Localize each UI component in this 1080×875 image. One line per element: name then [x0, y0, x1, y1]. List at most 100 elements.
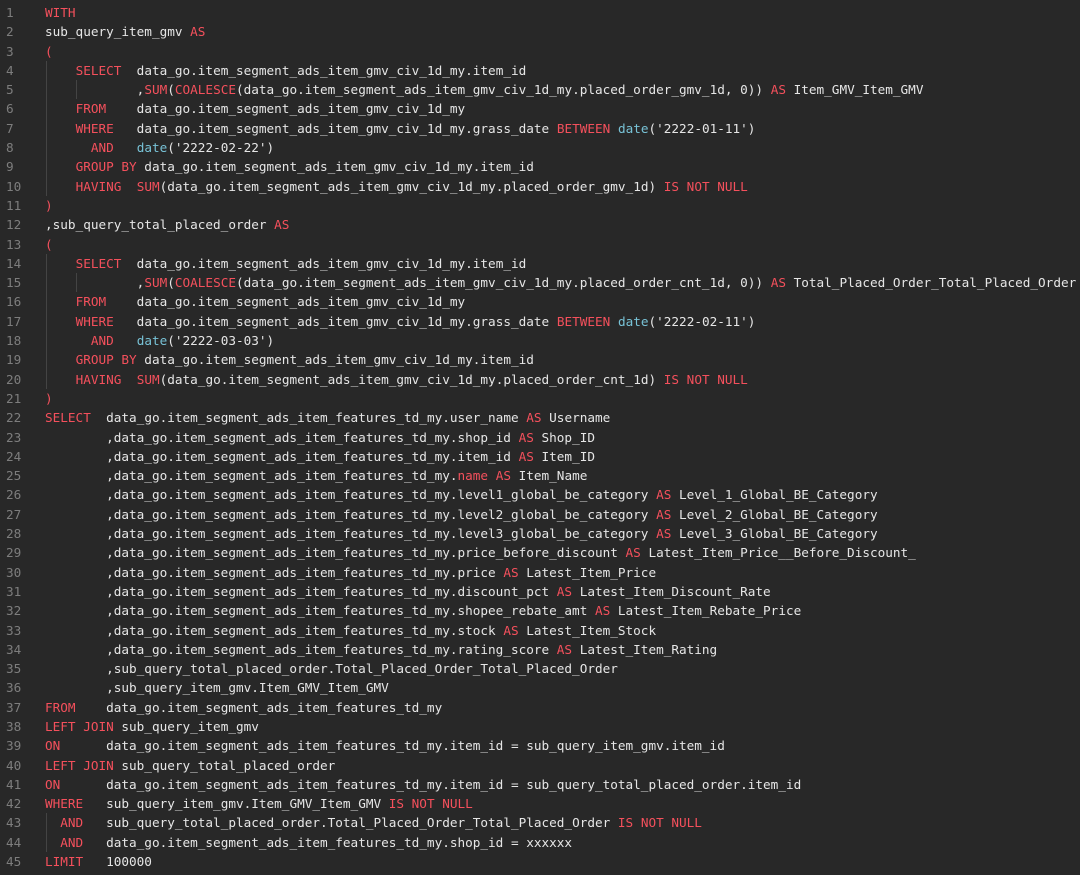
code-line[interactable]: 33 ,data_go.item_segment_ads_item_featur…: [0, 621, 1080, 640]
code-line[interactable]: 38 LEFT JOIN sub_query_item_gmv: [0, 717, 1080, 736]
code-line[interactable]: 45 LIMIT 100000: [0, 852, 1080, 871]
code-text: ,sub_query_total_placed_order AS: [45, 215, 1080, 234]
code-token: data_go.item_segment_ads_item_gmv_civ_1d…: [106, 101, 466, 117]
code-line[interactable]: 42 WHERE sub_query_item_gmv.Item_GMV_Item…: [0, 794, 1080, 813]
code-line[interactable]: 8 AND date('2222-02-22'): [0, 138, 1080, 158]
code-line[interactable]: 34 ,data_go.item_segment_ads_item_featur…: [0, 640, 1080, 659]
code-line[interactable]: 9 GROUP BY data_go.item_segment_ads_item…: [0, 157, 1080, 177]
code-line[interactable]: 19 GROUP BY data_go.item_segment_ads_ite…: [0, 350, 1080, 370]
code-token: ,data_go.item_segment_ads_item_features_…: [45, 468, 458, 484]
code-line[interactable]: 14 SELECT data_go.item_segment_ads_item_…: [0, 253, 1080, 274]
code-text: SELECT data_go.item_segment_ads_item_gmv…: [45, 253, 1080, 274]
sql-keyword: AS: [656, 487, 672, 503]
sql-keyword: AND: [90, 333, 114, 349]
code-line[interactable]: 5 ,SUM(COALESCE(data_go.item_segment_ads…: [0, 80, 1080, 100]
code-token: ,data_go.item_segment_ads_item_features_…: [45, 487, 657, 503]
indent-guide: [46, 813, 47, 833]
code-line[interactable]: 31 ,data_go.item_segment_ads_item_featur…: [0, 582, 1080, 601]
code-line[interactable]: 36 ,sub_query_item_gmv.Item_GMV_Item_GMV: [0, 678, 1080, 697]
code-text: GROUP BY data_go.item_segment_ads_item_g…: [45, 157, 1080, 177]
code-line[interactable]: 40 LEFT JOIN sub_query_total_placed_order: [0, 756, 1080, 775]
code-line[interactable]: 23 ,data_go.item_segment_ads_item_featur…: [0, 428, 1080, 447]
code-token: ,sub_query_item_gmv.Item_GMV_Item_GMV: [45, 680, 389, 696]
indent-guide: [76, 273, 77, 293]
code-line[interactable]: 29 ,data_go.item_segment_ads_item_featur…: [0, 543, 1080, 562]
code-line[interactable]: 30 ,data_go.item_segment_ads_item_featur…: [0, 563, 1080, 582]
code-editor[interactable]: 1 WITH 2 sub_query_item_gmv AS 3(4 SELECT da…: [0, 3, 1080, 875]
sql-keyword: BETWEEN: [556, 120, 611, 136]
code-line[interactable]: 3(: [0, 42, 1080, 61]
code-text: WHERE sub_query_item_gmv.Item_GMV_Item_G…: [45, 794, 1080, 813]
code-line[interactable]: 13 (: [0, 235, 1080, 254]
sql-function: date: [617, 120, 649, 136]
code-text: AND date('2222-03-03'): [45, 331, 1080, 351]
sql-keyword: AS: [656, 526, 672, 542]
code-line[interactable]: 27 ,data_go.item_segment_ads_item_featur…: [0, 505, 1080, 524]
code-text: ): [45, 196, 1080, 215]
code-token: Item_Name: [510, 468, 588, 484]
sql-keyword: AS: [556, 641, 573, 657]
code-line[interactable]: 41 ON data_go.item_segment_ads_item_featu…: [0, 775, 1080, 794]
code-line[interactable]: 22 SELECT data_go.item_segment_ads_item_f…: [0, 408, 1080, 427]
code-line[interactable]: 1 WITH: [0, 3, 1080, 22]
code-line[interactable]: 11): [0, 196, 1080, 215]
code-line[interactable]: 12 ,sub_query_total_placed_order AS: [0, 215, 1080, 234]
sql-keyword: IS NOT NULL: [663, 178, 748, 194]
code-line[interactable]: 4 SELECT data_go.item_segment_ads_item_g…: [0, 60, 1080, 81]
code-line[interactable]: 16 FROM data_go.item_segment_ads_item_gm…: [0, 292, 1080, 312]
code-text: ,data_go.item_segment_ads_item_features_…: [45, 601, 1080, 620]
code-line[interactable]: 26 ,data_go.item_segment_ads_item_featur…: [0, 485, 1080, 504]
code-line[interactable]: 35 ,sub_query_total_placed_order.Total_P…: [0, 659, 1080, 678]
code-line[interactable]: 28 ,data_go.item_segment_ads_item_featur…: [0, 524, 1080, 543]
sql-keyword: (: [45, 236, 53, 252]
sql-keyword: AS: [770, 275, 786, 291]
code-token: ,data_go.item_segment_ads_item_features_…: [45, 526, 657, 542]
code-line[interactable]: 7 WHERE data_go.item_segment_ads_item_gm…: [0, 118, 1080, 139]
code-line[interactable]: 44 AND data_go.item_segment_ads_item_fea…: [0, 832, 1080, 853]
code-token: Level_1_Global_BE_Category: [671, 487, 878, 503]
indent-guide: [46, 118, 47, 139]
code-token: ,data_go.item_segment_ads_item_features_…: [45, 622, 504, 638]
code-line[interactable]: 25 ,data_go.item_segment_ads_item_featur…: [0, 466, 1080, 485]
sql-keyword: WHERE: [75, 313, 114, 329]
line-number: 14: [6, 255, 22, 271]
code-line[interactable]: 15 ,SUM(COALESCE(data_go.item_segment_ad…: [0, 273, 1080, 293]
sql-keyword: AS: [656, 506, 672, 522]
code-text: ,data_go.item_segment_ads_item_features_…: [45, 543, 1080, 562]
line-number: 21: [6, 390, 22, 406]
line-number: 7: [6, 120, 14, 136]
line-number: 43: [6, 815, 22, 831]
code-line[interactable]: 2 sub_query_item_gmv AS: [0, 22, 1080, 41]
code-token: (data_go.item_segment_ads_item_gmv_civ_1…: [235, 82, 771, 98]
code-line[interactable]: 17 WHERE data_go.item_segment_ads_item_g…: [0, 311, 1080, 332]
indent-guide: [46, 253, 47, 274]
code-line[interactable]: 24 ,data_go.item_segment_ads_item_featur…: [0, 447, 1080, 466]
code-line[interactable]: 43 AND sub_query_total_placed_order.Tota…: [0, 813, 1080, 833]
code-text: WHERE data_go.item_segment_ads_item_gmv_…: [45, 118, 1080, 139]
code-line[interactable]: 10 HAVING SUM(data_go.item_segment_ads_i…: [0, 176, 1080, 196]
code-token: data_go.item_segment_ads_item_features_t…: [75, 699, 443, 715]
line-number: 26: [6, 487, 22, 503]
code-text: ,data_go.item_segment_ads_item_features_…: [45, 428, 1080, 447]
code-token: (data_go.item_segment_ads_item_gmv_civ_1…: [159, 178, 664, 194]
code-line[interactable]: 37 FROM data_go.item_segment_ads_item_fea…: [0, 698, 1080, 717]
indent-guide: [46, 273, 47, 293]
code-token: ,data_go.item_segment_ads_item_features_…: [45, 583, 557, 599]
sql-keyword: AS: [518, 448, 534, 464]
code-line[interactable]: 20 HAVING SUM(data_go.item_segment_ads_i…: [0, 369, 1080, 389]
indent-guide: [46, 832, 47, 853]
code-line[interactable]: 39 ON data_go.item_segment_ads_item_featu…: [0, 736, 1080, 755]
code-line[interactable]: 21): [0, 389, 1080, 408]
code-line[interactable]: 6 FROM data_go.item_segment_ads_item_gmv…: [0, 99, 1080, 119]
code-line[interactable]: 32 ,data_go.item_segment_ads_item_featur…: [0, 601, 1080, 620]
line-number: 44: [6, 834, 22, 850]
code-line[interactable]: 18 AND date('2222-03-03'): [0, 331, 1080, 351]
